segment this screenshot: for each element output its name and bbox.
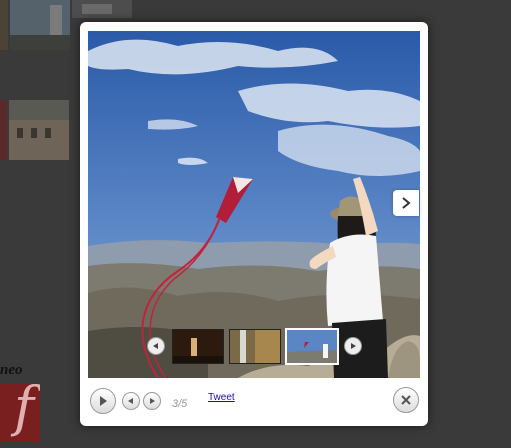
- next-button[interactable]: [143, 392, 161, 410]
- background-thumbnail-1: [0, 0, 8, 50]
- image-counter: 3/5: [172, 398, 188, 410]
- lightbox-modal: 3/5 Tweet: [80, 22, 428, 426]
- tweet-link[interactable]: Tweet: [208, 392, 235, 403]
- lightbox-controls: 3/5 Tweet: [80, 380, 428, 426]
- gallery-thumbnail-1[interactable]: [172, 329, 224, 364]
- next-image-button[interactable]: [393, 190, 419, 216]
- next-icon: [150, 398, 155, 404]
- background-thumbnail-2: [10, 0, 70, 50]
- chevron-right-icon: [402, 197, 411, 209]
- triangle-right-icon: [351, 343, 356, 349]
- background-heading: neo: [0, 362, 23, 378]
- gallery-thumbnail-3-active[interactable]: [285, 328, 339, 365]
- play-icon: [100, 396, 107, 406]
- triangle-left-icon: [153, 343, 158, 349]
- previous-button[interactable]: [122, 392, 140, 410]
- close-button[interactable]: [393, 387, 419, 413]
- background-thumbnail-5: [9, 100, 69, 160]
- gallery-prev-button[interactable]: [147, 337, 165, 355]
- gallery-next-button[interactable]: [344, 337, 362, 355]
- flash-logo: f: [0, 384, 40, 442]
- previous-icon: [128, 398, 133, 404]
- lightbox-photo[interactable]: [88, 31, 420, 378]
- flash-logo-glyph: f: [14, 384, 34, 438]
- gallery-thumbnail-2[interactable]: [229, 329, 281, 364]
- close-icon: [401, 395, 411, 405]
- background-thumbnail-3: [72, 0, 132, 18]
- background-thumbnail-4: [0, 100, 7, 160]
- play-button[interactable]: [90, 388, 116, 414]
